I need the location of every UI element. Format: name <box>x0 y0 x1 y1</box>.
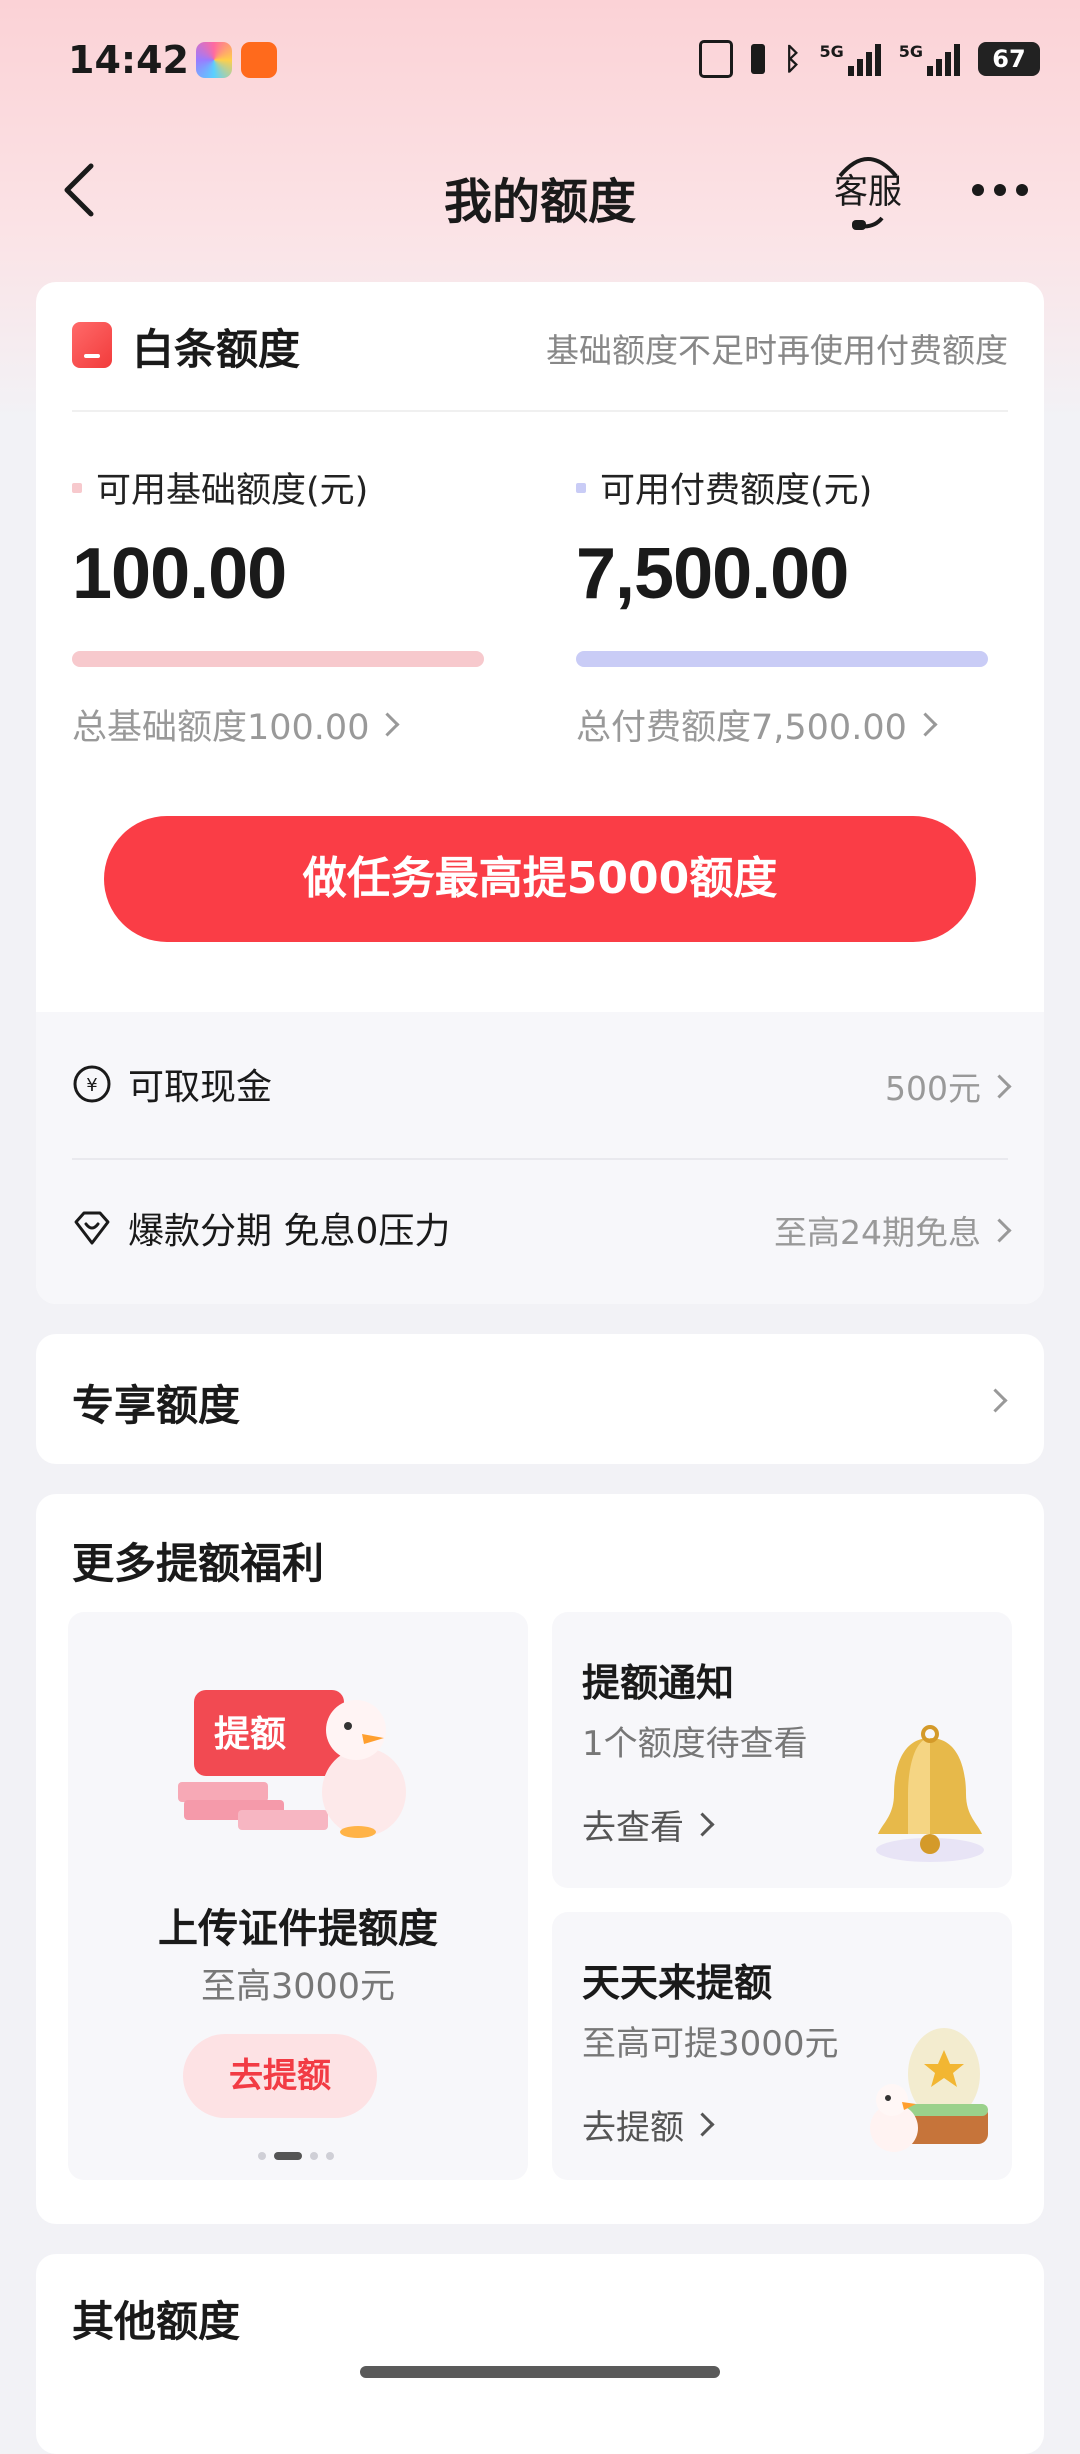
carousel-dot <box>310 2152 318 2160</box>
network-type-1: 5G <box>819 42 844 61</box>
task-raise-quota-button[interactable]: 做任务最高提5000额度 <box>104 816 976 942</box>
daily-raise-subtitle: 至高可提3000元 <box>582 2024 839 2064</box>
chevron-right-icon <box>913 712 938 737</box>
network-type-2: 5G <box>898 42 923 61</box>
notification-subtitle: 1个额度待查看 <box>582 1724 808 1764</box>
raise-link[interactable]: 去提额 <box>582 2100 715 2149</box>
notification-title: 提额通知 <box>582 1661 735 1705</box>
status-bar: 14:42 ᛒ 5G 5G 67 <box>0 0 1080 120</box>
basic-quota-label-row: 可用基础额度(元) <box>72 462 492 513</box>
raise-quota-button[interactable]: 去提额 <box>183 2034 377 2118</box>
home-indicator[interactable] <box>360 2366 720 2378</box>
paid-quota-total: 总付费额度7,500.00 <box>576 708 907 748</box>
quota-notification-tile[interactable]: 提额通知 1个额度待查看 去查看 <box>552 1612 1012 1888</box>
carousel-dot-active <box>274 2152 302 2160</box>
dot-icon <box>972 184 984 196</box>
card-title: 白条额度 <box>132 325 301 374</box>
paid-quota: 可用付费额度(元) 7,500.00 总付费额度7,500.00 <box>576 462 996 750</box>
basic-quota-total-link[interactable]: 总基础额度100.00 <box>72 699 492 750</box>
cash-withdrawal-value: 500元 <box>885 1062 1012 1110</box>
other-quota-card: 其他额度 <box>36 2254 1044 2454</box>
cash-withdrawal-amount: 500元 <box>885 1069 981 1108</box>
quota-services: ¥ 可取现金 500元 爆款分期 免息0压力 至高24期免息 <box>36 1012 1044 1304</box>
duck-egg-basket-icon <box>870 2028 988 2152</box>
nav-bar: 我的额度 客服 <box>0 140 1080 240</box>
chevron-right-icon <box>375 712 400 737</box>
installment-label: 爆款分期 免息0压力 <box>128 1211 451 1252</box>
promo-title: 上传证件提额度 <box>158 1906 438 1952</box>
vibrate-icon <box>751 44 766 74</box>
bell-icon <box>876 1725 984 1862</box>
signal-1: 5G <box>819 42 881 76</box>
yen-circle-icon: ¥ <box>73 1065 111 1103</box>
installment-value: 至高24期免息 <box>774 1206 1012 1254</box>
card-hint: 基础额度不足时再使用付费额度 <box>546 331 1008 370</box>
carousel-dot <box>258 2152 266 2160</box>
card-header: 白条额度 基础额度不足时再使用付费额度 <box>36 282 1044 410</box>
card-icon <box>72 322 112 368</box>
carousel-dot <box>326 2152 334 2160</box>
battery-icon: 67 <box>978 42 1040 76</box>
promo-badge-text: 提额 <box>214 1714 286 1755</box>
svg-text:¥: ¥ <box>86 1075 97 1096</box>
divider <box>72 410 1008 412</box>
basic-quota-total: 总基础额度100.00 <box>72 708 370 748</box>
chevron-right-icon <box>690 1812 715 1837</box>
shopping-app-icon <box>241 42 277 78</box>
basic-quota: 可用基础额度(元) 100.00 总基础额度100.00 <box>72 462 492 750</box>
dot-icon <box>1016 184 1028 196</box>
paid-quota-total-link[interactable]: 总付费额度7,500.00 <box>576 699 996 750</box>
paid-legend-dot <box>576 482 586 493</box>
chevron-right-icon <box>987 1217 1012 1243</box>
raise-quota-illustration: 提额 <box>178 1690 406 1838</box>
status-icons: ᛒ 5G 5G 67 <box>699 40 1040 78</box>
signal-bars-icon <box>847 42 881 76</box>
page-title: 我的额度 <box>443 174 636 230</box>
status-time: 14:42 <box>68 38 189 82</box>
exclusive-quota-row[interactable]: 专享额度 <box>36 1334 1044 1464</box>
more-benefits-card: 更多提额福利 提额 上传证件提额度 至高3000元 去提额 提额通知 1个额度待… <box>36 1494 1044 2224</box>
bluetooth-icon: ᛒ <box>783 41 802 77</box>
raise-link-label: 去提额 <box>582 2108 684 2148</box>
daily-raise-title: 天天来提额 <box>582 1961 773 2005</box>
view-link-label: 去查看 <box>582 1808 684 1848</box>
more-benefits-title: 更多提额福利 <box>72 1539 325 1588</box>
chevron-right-icon <box>690 2112 715 2137</box>
more-button[interactable] <box>960 160 1040 220</box>
paid-quota-value: 7,500.00 <box>576 534 849 614</box>
chevron-right-icon <box>987 1073 1012 1099</box>
customer-service-button[interactable]: 客服 <box>826 148 910 236</box>
photos-app-icon <box>196 42 232 78</box>
installment-row[interactable]: 爆款分期 免息0压力 至高24期免息 <box>36 1158 1044 1304</box>
other-quota-title: 其他额度 <box>72 2297 241 2346</box>
paid-quota-bar <box>576 651 988 667</box>
customer-service-label: 客服 <box>834 172 902 212</box>
basic-quota-label: 可用基础额度(元) <box>96 471 369 511</box>
basic-quota-bar <box>72 651 484 667</box>
basic-quota-value: 100.00 <box>72 534 287 614</box>
basic-legend-dot <box>72 482 82 493</box>
carousel-indicator <box>258 2152 334 2160</box>
diamond-heart-icon <box>74 1211 110 1245</box>
nfc-icon <box>699 40 734 78</box>
promo-subtitle: 至高3000元 <box>200 1967 396 2007</box>
view-link[interactable]: 去查看 <box>582 1800 715 1849</box>
paid-quota-label: 可用付费额度(元) <box>600 471 873 511</box>
cash-withdrawal-row[interactable]: ¥ 可取现金 500元 <box>36 1012 1044 1158</box>
chevron-right-icon <box>983 1388 1008 1413</box>
exclusive-quota-label: 专享额度 <box>72 1381 241 1430</box>
paid-quota-label-row: 可用付费额度(元) <box>576 462 996 513</box>
installment-offer: 至高24期免息 <box>774 1213 981 1252</box>
baitiao-quota-card: 白条额度 基础额度不足时再使用付费额度 可用基础额度(元) 100.00 总基础… <box>36 282 1044 1304</box>
upload-id-promo-tile[interactable]: 提额 上传证件提额度 至高3000元 去提额 <box>68 1612 528 2180</box>
signal-2: 5G <box>899 42 960 76</box>
dot-icon <box>994 184 1006 196</box>
cash-withdrawal-label: 可取现金 <box>128 1067 273 1108</box>
signal-bars-icon <box>927 42 960 76</box>
daily-raise-tile[interactable]: 天天来提额 至高可提3000元 去提额 <box>552 1912 1012 2180</box>
